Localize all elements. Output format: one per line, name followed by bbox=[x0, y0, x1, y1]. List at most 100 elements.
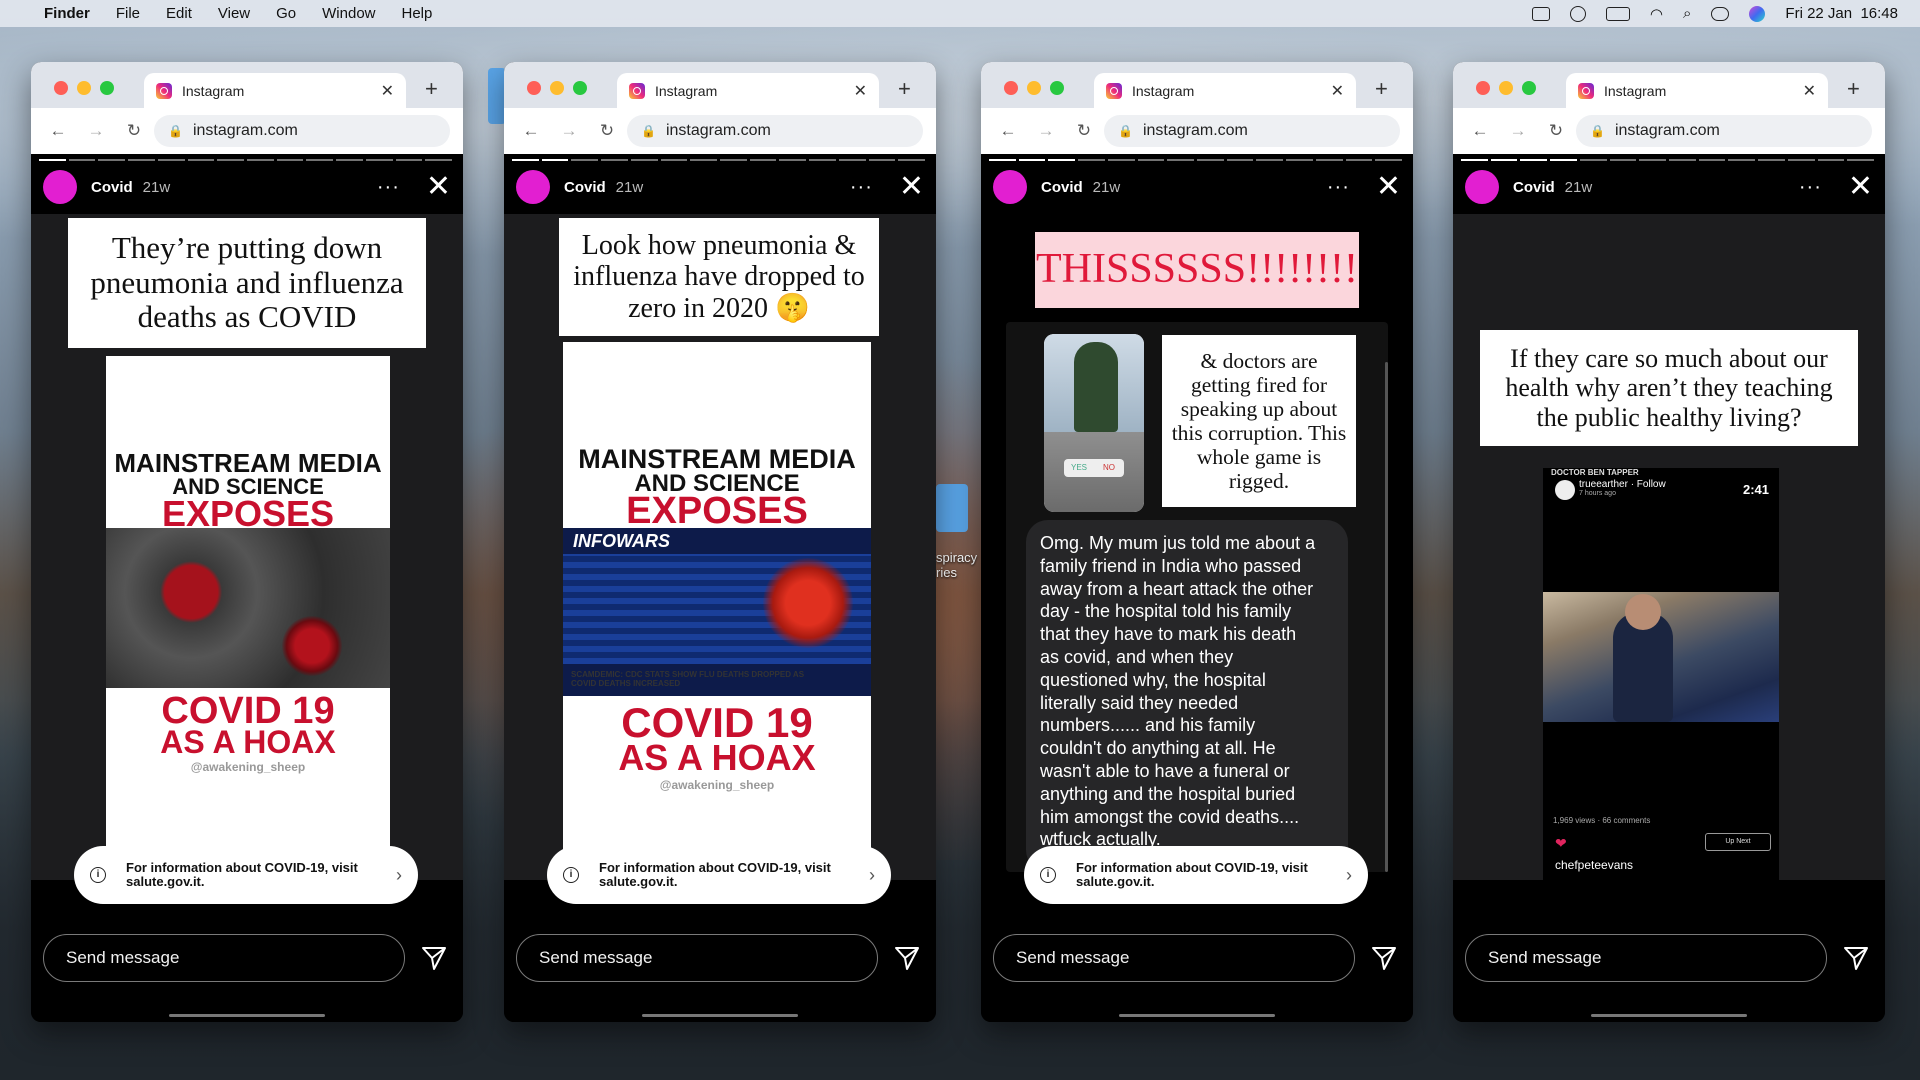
covid-info-banner[interactable]: i For information about COVID-19, visit … bbox=[1024, 846, 1368, 904]
avatar[interactable] bbox=[516, 170, 550, 204]
tab-title: Instagram bbox=[1604, 82, 1667, 99]
address-bar[interactable]: 🔒 instagram.com bbox=[627, 115, 923, 147]
menu-file[interactable]: File bbox=[116, 5, 140, 22]
covid-info-banner[interactable]: i For information about COVID-19, visit … bbox=[547, 846, 891, 904]
new-tab-button[interactable]: + bbox=[898, 76, 911, 102]
story-progress bbox=[39, 159, 455, 161]
close-tab-icon[interactable]: ✕ bbox=[381, 81, 394, 101]
menu-app-name[interactable]: Finder bbox=[44, 5, 90, 22]
zoom-window-button[interactable] bbox=[573, 81, 587, 95]
minimize-window-button[interactable] bbox=[550, 81, 564, 95]
story-age: 21w bbox=[142, 178, 171, 196]
back-icon[interactable]: ← bbox=[1469, 121, 1491, 141]
zoom-window-button[interactable] bbox=[100, 81, 114, 95]
caption-text: THISSSSSS!!!!!!!! bbox=[1035, 246, 1358, 293]
more-options-icon[interactable]: ··· bbox=[377, 176, 400, 199]
reload-icon[interactable]: ↻ bbox=[123, 121, 145, 141]
close-story-icon[interactable]: ✕ bbox=[899, 172, 924, 202]
reload-icon[interactable]: ↻ bbox=[1073, 121, 1095, 141]
reload-icon[interactable]: ↻ bbox=[596, 121, 618, 141]
story-username[interactable]: Covid bbox=[1041, 179, 1083, 196]
menu-clock[interactable]: Fri 22 Jan 16:48 bbox=[1785, 5, 1898, 22]
story-username[interactable]: Covid bbox=[564, 179, 606, 196]
zoom-window-button[interactable] bbox=[1050, 81, 1064, 95]
close-story-icon[interactable]: ✕ bbox=[426, 172, 451, 202]
story-thumbnail[interactable]: YES NO bbox=[1044, 334, 1144, 512]
send-message-input[interactable] bbox=[993, 934, 1355, 982]
screen-mirroring-icon[interactable] bbox=[1531, 6, 1550, 21]
video-top-text: DOCTOR BEN TAPPER bbox=[1551, 468, 1639, 477]
reload-icon[interactable]: ↻ bbox=[1545, 121, 1567, 141]
more-options-icon[interactable]: ··· bbox=[1327, 176, 1350, 199]
wifi-icon[interactable]: ◠ bbox=[1650, 5, 1663, 23]
close-tab-icon[interactable]: ✕ bbox=[1331, 81, 1344, 101]
scroll-indicator bbox=[642, 1014, 798, 1017]
back-icon[interactable]: ← bbox=[47, 121, 69, 141]
send-message-input[interactable] bbox=[43, 934, 405, 982]
avatar[interactable] bbox=[43, 170, 77, 204]
story-header: Covid 21w ··· ✕ bbox=[993, 170, 1403, 204]
tab-instagram[interactable]: Instagram ✕ bbox=[144, 73, 406, 108]
close-story-icon[interactable]: ✕ bbox=[1848, 172, 1873, 202]
close-tab-icon[interactable]: ✕ bbox=[1803, 81, 1816, 101]
video-screenshot[interactable]: DOCTOR BEN TAPPER trueearther · Follow 7… bbox=[1543, 468, 1779, 880]
play-icon[interactable] bbox=[1569, 5, 1586, 22]
avatar[interactable] bbox=[1465, 170, 1499, 204]
control-center-icon[interactable] bbox=[1711, 6, 1730, 21]
address-bar[interactable]: 🔒 instagram.com bbox=[1576, 115, 1872, 147]
window-controls bbox=[1004, 81, 1073, 95]
send-icon[interactable] bbox=[420, 944, 448, 972]
forward-icon[interactable]: → bbox=[85, 121, 107, 141]
send-message-input[interactable] bbox=[516, 934, 878, 982]
tab-instagram[interactable]: Instagram ✕ bbox=[617, 73, 879, 108]
menu-help[interactable]: Help bbox=[402, 5, 433, 22]
new-tab-button[interactable]: + bbox=[1847, 76, 1860, 102]
send-icon[interactable] bbox=[893, 944, 921, 972]
send-message-input[interactable] bbox=[1465, 934, 1827, 982]
more-options-icon[interactable]: ··· bbox=[850, 176, 873, 199]
new-tab-button[interactable]: + bbox=[425, 76, 438, 102]
desktop-folder-label[interactable]: spiracy ries bbox=[936, 550, 977, 580]
minimize-window-button[interactable] bbox=[1499, 81, 1513, 95]
siri-icon[interactable] bbox=[1749, 5, 1766, 22]
desktop-folder-icon[interactable] bbox=[936, 484, 968, 532]
tab-instagram[interactable]: Instagram ✕ bbox=[1566, 73, 1828, 108]
menu-view[interactable]: View bbox=[218, 5, 250, 22]
close-window-button[interactable] bbox=[54, 81, 68, 95]
poster-line-3: EXPOSES bbox=[626, 490, 808, 532]
send-icon[interactable] bbox=[1370, 944, 1398, 972]
more-options-icon[interactable]: ··· bbox=[1799, 176, 1822, 199]
minimize-window-button[interactable] bbox=[1027, 81, 1041, 95]
story-username[interactable]: Covid bbox=[1513, 179, 1555, 196]
close-story-icon[interactable]: ✕ bbox=[1376, 172, 1401, 202]
zoom-window-button[interactable] bbox=[1522, 81, 1536, 95]
menu-go[interactable]: Go bbox=[276, 5, 296, 22]
forward-icon[interactable]: → bbox=[1035, 121, 1057, 141]
story-username[interactable]: Covid bbox=[91, 179, 133, 196]
send-icon[interactable] bbox=[1842, 944, 1870, 972]
avatar[interactable] bbox=[993, 170, 1027, 204]
scrollbar[interactable] bbox=[1385, 362, 1388, 872]
forward-icon[interactable]: → bbox=[558, 121, 580, 141]
battery-icon[interactable] bbox=[1605, 6, 1630, 21]
close-window-button[interactable] bbox=[1476, 81, 1490, 95]
tab-instagram[interactable]: Instagram ✕ bbox=[1094, 73, 1356, 108]
covid-info-text: For information about COVID-19, visit sa… bbox=[126, 860, 358, 889]
search-icon[interactable]: ⌕ bbox=[1683, 5, 1691, 22]
close-window-button[interactable] bbox=[527, 81, 541, 95]
menu-window[interactable]: Window bbox=[322, 5, 375, 22]
caption-text: Look how pneumonia & influenza have drop… bbox=[573, 229, 865, 324]
close-window-button[interactable] bbox=[1004, 81, 1018, 95]
tab-bar: Instagram ✕ + bbox=[504, 62, 936, 108]
address-bar[interactable]: 🔒 instagram.com bbox=[154, 115, 450, 147]
minimize-window-button[interactable] bbox=[77, 81, 91, 95]
menu-edit[interactable]: Edit bbox=[166, 5, 192, 22]
forward-icon[interactable]: → bbox=[1507, 121, 1529, 141]
covid-info-banner[interactable]: i For information about COVID-19, visit … bbox=[74, 846, 418, 904]
story-viewer: Covid 21w ··· ✕ THISSSSSS!!!!!!!! YES NO… bbox=[981, 154, 1413, 1022]
address-bar[interactable]: 🔒 instagram.com bbox=[1104, 115, 1400, 147]
new-tab-button[interactable]: + bbox=[1375, 76, 1388, 102]
back-icon[interactable]: ← bbox=[997, 121, 1019, 141]
back-icon[interactable]: ← bbox=[520, 121, 542, 141]
close-tab-icon[interactable]: ✕ bbox=[854, 81, 867, 101]
